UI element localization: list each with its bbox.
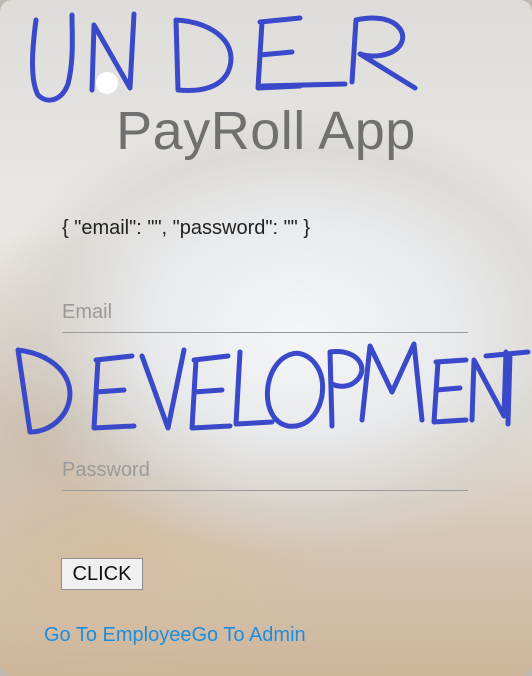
go-to-admin-link[interactable]: Go To Admin bbox=[192, 624, 306, 646]
click-button[interactable]: CLICK bbox=[61, 558, 143, 590]
email-field[interactable] bbox=[62, 292, 468, 333]
nav-links: Go To EmployeeGo To Admin bbox=[44, 624, 306, 647]
light-dot bbox=[96, 72, 118, 94]
page-title: PayRoll App bbox=[116, 101, 416, 161]
form-state-display: { "email": "", "password": "" } bbox=[62, 217, 310, 239]
go-to-employee-link[interactable]: Go To Employee bbox=[44, 624, 192, 646]
login-card: PayRoll App { "email": "", "password": "… bbox=[0, 0, 532, 676]
password-field[interactable] bbox=[62, 450, 468, 491]
